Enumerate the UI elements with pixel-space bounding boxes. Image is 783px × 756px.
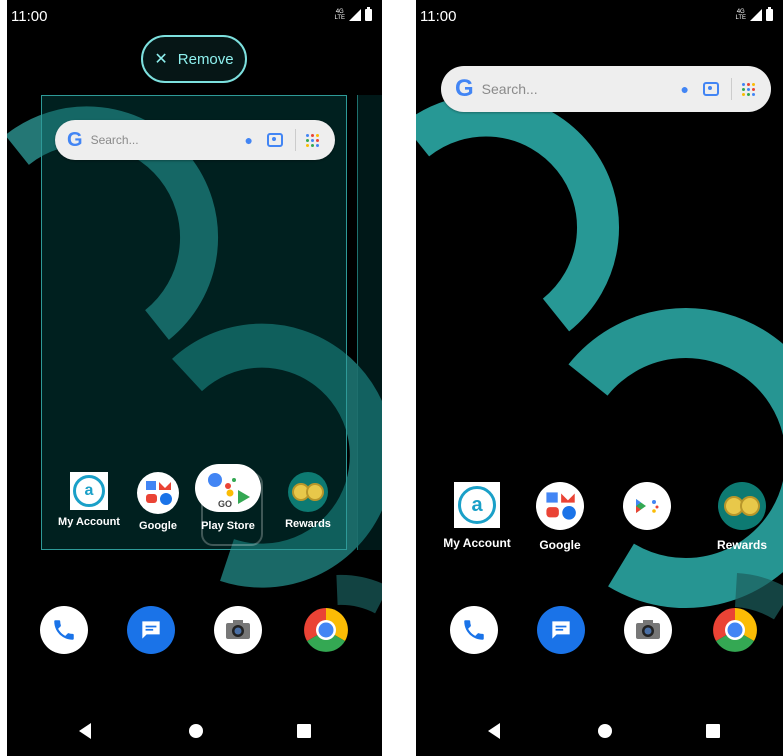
signal-icon	[349, 9, 361, 21]
google-folder-icon	[137, 472, 179, 514]
app-google-folder[interactable]: Google	[525, 482, 595, 552]
google-g-icon: G	[67, 128, 83, 151]
app-label: My Account	[443, 536, 511, 550]
app-label: Rewards	[716, 538, 768, 552]
status-time: 11:00	[420, 8, 457, 25]
signal-icon	[750, 9, 762, 21]
camera-icon[interactable]	[624, 606, 672, 654]
app-google-folder[interactable]: Google	[123, 472, 193, 532]
recents-icon[interactable]	[706, 724, 720, 738]
app-folder-play[interactable]	[612, 482, 682, 530]
app-label: Google	[539, 538, 581, 552]
divider	[295, 129, 296, 151]
app-my-account[interactable]: a My Account	[54, 472, 124, 528]
remove-label: Remove	[177, 50, 234, 68]
lens-icon[interactable]	[267, 133, 283, 147]
app-label: Google	[139, 520, 177, 532]
remove-button[interactable]: ✕ Remove	[141, 35, 247, 83]
search-placeholder: Search...	[90, 133, 139, 147]
play-folder-icon	[623, 482, 671, 530]
app-label: Play Store	[201, 520, 255, 532]
battery-icon	[365, 7, 372, 21]
camera-icon[interactable]	[214, 606, 262, 654]
my-account-icon: a	[454, 482, 500, 528]
chrome-icon[interactable]	[302, 606, 350, 654]
chrome-icon[interactable]	[711, 606, 759, 654]
lens-icon[interactable]	[703, 82, 719, 96]
back-icon[interactable]	[488, 723, 500, 739]
back-icon[interactable]	[79, 723, 91, 739]
app-label: My Account	[58, 516, 120, 528]
home-icon[interactable]	[598, 724, 612, 738]
play-overlay-text: GO	[218, 499, 232, 509]
rewards-icon	[718, 482, 766, 530]
close-icon: ✕	[154, 51, 168, 68]
recents-icon[interactable]	[297, 724, 311, 738]
adjacent-page-preview[interactable]	[357, 95, 382, 550]
phone-icon[interactable]	[450, 606, 498, 654]
messages-icon[interactable]	[537, 606, 585, 654]
navigation-bar	[7, 716, 382, 746]
apps-grid-icon[interactable]	[306, 133, 319, 147]
battery-icon	[766, 7, 773, 21]
google-search-bar[interactable]: G Search... ●	[55, 120, 335, 160]
status-time: 11:00	[11, 8, 48, 25]
google-folder-icon	[536, 482, 584, 530]
navigation-bar	[416, 716, 783, 746]
phone-screen-left: 11:00 4G LTE ✕ Remove G Search... ● a My …	[7, 0, 382, 756]
phone-screen-right: 11:00 4GLTE G Search... ● a My Account	[416, 0, 783, 756]
status-bar: 11:00 4G LTE	[7, 0, 382, 30]
divider	[731, 78, 732, 100]
network-type-icon: 4G LTE	[334, 9, 345, 21]
messages-icon[interactable]	[127, 606, 175, 654]
apps-grid-icon[interactable]	[742, 82, 755, 96]
app-rewards[interactable]: Rewards	[273, 472, 343, 530]
rewards-icon	[288, 472, 328, 512]
google-search-bar[interactable]: G Search... ●	[441, 66, 771, 112]
my-account-icon: a	[70, 472, 108, 510]
status-bar: 11:00 4G LTE	[416, 0, 783, 30]
google-g-icon: G	[455, 75, 474, 102]
app-rewards[interactable]: Rewards	[707, 482, 777, 552]
phone-icon[interactable]	[40, 606, 88, 654]
mic-icon[interactable]: ●	[681, 81, 689, 97]
home-icon[interactable]	[189, 724, 203, 738]
search-placeholder: Search...	[481, 81, 538, 97]
network-type-icon: 4G LTE	[735, 9, 746, 21]
app-my-account[interactable]: a My Account	[442, 482, 512, 550]
play-store-icon: GO	[195, 464, 261, 512]
app-label: Rewards	[285, 518, 331, 530]
app-play-store[interactable]: GO Play Store	[193, 464, 263, 546]
mic-icon[interactable]: ●	[245, 132, 253, 148]
